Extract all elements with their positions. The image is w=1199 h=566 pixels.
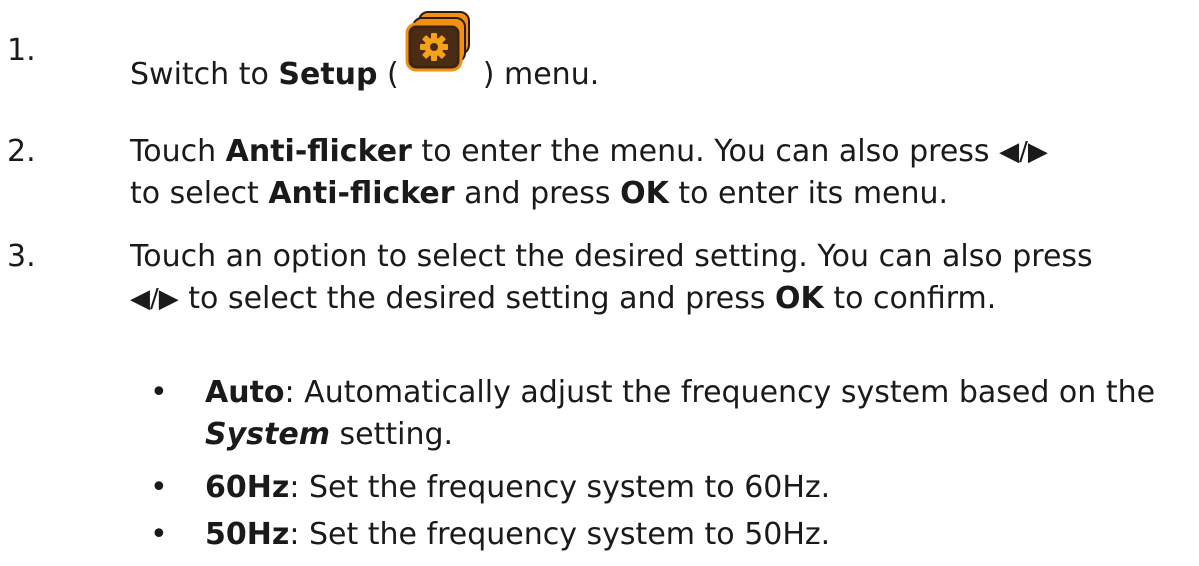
step-text: Touch an option to select the desired se… (130, 236, 1192, 320)
text-run: to enter the menu. You can also press (411, 134, 1000, 169)
text-run: and press (454, 176, 621, 211)
text-run: Touch (130, 134, 226, 169)
auto-term: Auto (205, 375, 285, 410)
text-run: : Automatically adjust the frequency sys… (284, 375, 1156, 410)
text-run: Touch an option to select the desired se… (130, 239, 1093, 274)
text-run: setting. (329, 417, 454, 452)
bullet-icon: • (150, 375, 168, 410)
list-item-text: Auto: Automatically adjust the frequency… (205, 372, 1195, 456)
text-run: to select (130, 176, 269, 211)
bullet-icon: • (150, 517, 168, 552)
anti-flicker-term: Anti-flicker (268, 176, 455, 211)
setup-term: Setup (278, 57, 378, 92)
step-text: Switch to Setup () menu. (130, 11, 1192, 96)
text-run: to confirm. (823, 281, 997, 316)
text-run: to enter its menu. (668, 176, 949, 211)
step-text: Touch Anti-flicker to enter the menu. Yo… (130, 131, 1192, 215)
50hz-term: 50Hz (205, 517, 290, 552)
list-item-text: 50Hz: Set the frequency system to 50Hz. (205, 514, 1195, 556)
text-run: to select the desired setting and press (178, 281, 776, 316)
left-right-arrows-icon: ◀/▶ (130, 284, 179, 314)
system-term: System (205, 417, 330, 452)
step-number: 2. (7, 134, 36, 169)
left-right-arrows-icon: ◀/▶ (999, 137, 1048, 167)
paren-open: ( (377, 57, 399, 92)
setup-gear-icon (401, 11, 479, 92)
list-item-text: 60Hz: Set the frequency system to 60Hz. (205, 467, 1195, 509)
60hz-term: 60Hz (205, 470, 290, 505)
ok-term: OK (775, 281, 824, 316)
step-number: 1. (7, 33, 36, 68)
text-run: : Set the frequency system to 50Hz. (289, 517, 831, 552)
ok-term: OK (620, 176, 669, 211)
step-text-pre: Switch to (130, 57, 279, 92)
text-run: : Set the frequency system to 60Hz. (289, 470, 831, 505)
anti-flicker-term: Anti-flicker (225, 134, 412, 169)
paren-close: ) menu. (482, 57, 600, 92)
bullet-icon: • (150, 470, 168, 505)
manual-page: 1. Switch to Setup () menu. 2. Touch An… (0, 0, 1199, 566)
step-number: 3. (7, 239, 36, 274)
